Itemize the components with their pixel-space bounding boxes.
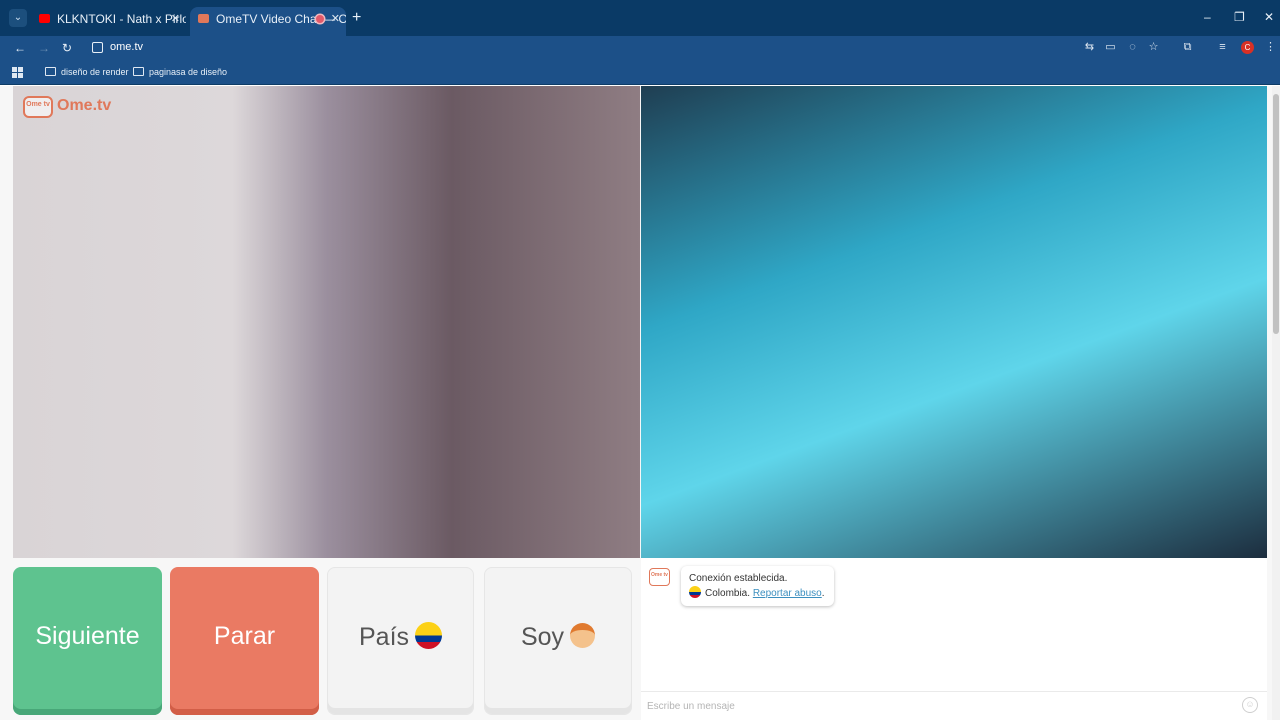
boy-emoji-icon [570,623,596,649]
forward-arrow-icon[interactable]: → [38,40,50,56]
next-button[interactable]: Siguiente [13,567,162,715]
country-button[interactable]: País [327,567,474,715]
partner-country: Colombia. [705,588,751,599]
folder-icon [45,67,56,76]
media-control-icon[interactable]: ≡ [1216,41,1229,54]
control-buttons: Siguiente Parar País Soy [13,567,632,715]
restore-icon[interactable]: ❐ [1234,10,1245,24]
bookmark-label: diseño de render [61,67,129,77]
report-abuse-link[interactable]: Reportar abuso [753,588,822,599]
cast-icon[interactable]: ▭ [1104,41,1117,54]
scrollbar-thumb[interactable] [1273,94,1279,334]
colombia-flag-icon [689,586,701,598]
close-tab-icon[interactable]: ✕ [171,7,180,31]
youtube-favicon-icon [39,14,50,23]
local-video: Ome tv Ome.tv [13,86,640,558]
profile-avatar[interactable]: C [1241,41,1254,54]
system-message: Conexión establecida. Colombia. Reportar… [681,566,834,606]
new-tab-plus-icon[interactable]: + [352,9,361,27]
tv-logo-icon: Ome tv [23,96,53,118]
translate-icon[interactable]: ⇆ [1083,41,1096,54]
bookmark-label: paginasa de diseño [149,67,228,77]
stop-button[interactable]: Parar [170,567,319,715]
message-input[interactable] [647,697,1227,715]
tab-bar: ⌄ KLKNTOKI - Nath x Pirlo x Chez ✕ OmeTV… [0,0,1280,36]
bookmark-folder-design[interactable]: paginasa de diseño [133,66,227,78]
ometv-favicon-icon [198,14,209,23]
emoji-icon[interactable]: ☺ [1242,697,1258,713]
message-input-bar: ☺ [641,691,1267,719]
bookmarks-bar: diseño de render paginasa de diseño [0,60,1280,85]
tab-youtube[interactable]: KLKNTOKI - Nath x Pirlo x Chez ✕ [31,7,186,36]
close-tab-icon[interactable]: ✕ [331,7,340,31]
tab-title: OmeTV Video Chat — Ome [216,12,346,26]
ometv-page: Ome tv Ome.tv Siguiente Parar País Soy O… [0,86,1280,720]
browser-toolbar: ← → ↻ ome.tv ⇆ ▭ ◌ ☆ ⧉ ≡ C ⋮ [0,36,1280,60]
logo-text: Ome.tv [57,97,112,114]
tab-search-icon[interactable]: ⌄ [9,9,27,27]
extensions-icon[interactable]: ⧉ [1181,41,1194,54]
ometv-bot-icon: Ome tv [649,568,670,586]
bookmark-folder-render[interactable]: diseño de render [45,66,129,78]
minimize-icon[interactable]: – [1204,10,1211,24]
colombia-flag-icon [415,622,443,650]
site-info-icon[interactable] [92,42,103,53]
gender-label: Soy [520,623,565,651]
close-window-icon[interactable]: ✕ [1264,10,1274,24]
country-label: País [358,623,410,651]
gender-button[interactable]: Soy [484,567,632,715]
apps-grid-icon[interactable] [12,67,23,78]
url-text: ome.tv [110,41,144,53]
folder-icon [133,67,144,76]
connection-status: Conexión establecida. [689,573,788,584]
tab-ometv[interactable]: OmeTV Video Chat — Ome ✕ [190,7,346,36]
tab-title: KLKNTOKI - Nath x Pirlo x Chez [57,12,186,26]
report-suffix: . [821,588,825,599]
chat-panel: Ome tv Conexión establecida. Colombia. R… [641,558,1267,720]
remote-video [641,86,1267,558]
eye-off-icon[interactable]: ◌ [1126,41,1139,54]
recording-indicator-icon [316,15,324,23]
back-arrow-icon[interactable]: ← [14,40,26,56]
menu-kebab-icon[interactable]: ⋮ [1264,41,1277,54]
bookmark-star-icon[interactable]: ☆ [1147,41,1160,54]
reload-icon[interactable]: ↻ [62,40,72,56]
address-bar[interactable]: ome.tv [86,38,1086,58]
page-scrollbar[interactable] [1272,86,1280,720]
partner-country-line: Colombia. Reportar abuso. [689,586,834,601]
